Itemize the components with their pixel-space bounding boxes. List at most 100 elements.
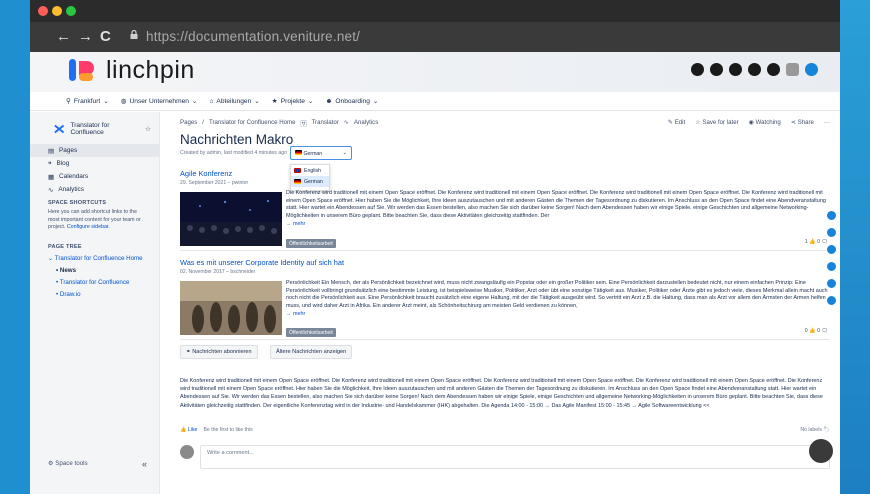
breadcrumb-home[interactable]: Translator for Confluence Home <box>209 119 295 128</box>
create-icon[interactable] <box>767 63 780 76</box>
post-title[interactable]: Agile Konferenz <box>180 169 232 178</box>
comment-input[interactable]: Write a comment... <box>200 445 830 469</box>
label-badge[interactable]: Öffentlichkeitsarbeit <box>286 328 336 337</box>
edit-icon[interactable] <box>826 295 837 306</box>
german-flag-icon <box>295 150 302 155</box>
language-select[interactable]: German ⌄ <box>290 146 352 160</box>
thumbs-up-icon[interactable]: 👍 <box>809 328 815 334</box>
avatar[interactable] <box>786 63 799 76</box>
tree-item-translator[interactable]: • Translator for Confluence <box>30 276 159 288</box>
url-field[interactable]: https://documentation.veniture.net/ <box>146 29 360 44</box>
maximize-window-button[interactable] <box>66 6 76 16</box>
comment-icon[interactable]: 🗨 <box>821 328 828 334</box>
menu-item-unser-unternehmen[interactable]: ◍ Unser Unternehmen ⌄ <box>121 97 198 106</box>
sidebar-item-analytics[interactable]: ∿ Analytics <box>30 183 159 196</box>
star-icon[interactable]: ☆ <box>145 125 151 133</box>
tag-icon[interactable]: 🏷 <box>823 427 830 433</box>
title-bar <box>30 0 840 22</box>
forward-icon[interactable]: → <box>78 28 93 45</box>
language-option-english[interactable]: English <box>291 165 329 176</box>
people-icon[interactable] <box>826 227 837 238</box>
minimize-window-button[interactable] <box>52 6 62 16</box>
share-button[interactable]: ⋖ Share <box>791 119 814 126</box>
watching-button[interactable]: ◉ Watching <box>749 119 781 126</box>
space-logo-icon <box>54 124 65 134</box>
conference-image <box>180 192 282 246</box>
notifications-icon[interactable] <box>748 63 761 76</box>
like-count: 1 <box>804 239 808 245</box>
chevron-down-icon: ⌄ <box>254 98 260 105</box>
breadcrumb-pages[interactable]: Pages <box>180 119 197 128</box>
chevron-down-icon: ⌄ <box>372 98 379 105</box>
share-label: Share <box>797 119 814 126</box>
subscribe-news-button[interactable]: ⚭ Nachrichten abonnieren <box>180 345 258 359</box>
comment-icon[interactable]: 🗨 <box>821 239 828 245</box>
favorites-icon[interactable] <box>826 210 837 221</box>
menu-item-abteilungen[interactable]: ⌂ Abteilungen ⌄ <box>209 97 260 106</box>
tree-item-label: Translator for Confluence Home <box>54 254 143 262</box>
edit-button[interactable]: ✎ Edit <box>668 119 685 126</box>
tree-item-label: Draw.io <box>59 290 81 298</box>
search-icon[interactable] <box>691 63 704 76</box>
menu-item-label: Abteilungen <box>216 97 252 105</box>
menu-item-frankfurt[interactable]: ⚲ Frankfurt ⌄ <box>66 97 109 106</box>
post-title[interactable]: Was es mit unserer Corporate Identity au… <box>180 258 344 267</box>
label-badge[interactable]: Öffentlichkeitsarbeit <box>286 239 336 248</box>
sidebar-item-pages[interactable]: ▤ Pages <box>30 144 159 157</box>
compass-icon[interactable] <box>710 63 723 76</box>
chat-icon[interactable] <box>809 439 833 463</box>
collapse-sidebar-icon[interactable]: « <box>142 459 147 469</box>
like-button[interactable]: 👍 Like <box>180 427 197 433</box>
tasks-icon[interactable] <box>826 261 837 272</box>
binoculars-icon: ⚭ <box>186 349 191 355</box>
post-stats: 1 👍 0 🗨 <box>805 239 828 245</box>
older-news-button[interactable]: Ältere Nachrichten anzeigen <box>270 345 353 359</box>
translator-icon: 🈂 <box>300 121 307 128</box>
star-icon: ★ <box>271 98 278 105</box>
breadcrumb-analytics[interactable]: Analytics <box>354 119 378 128</box>
add-icon[interactable] <box>805 63 818 76</box>
more-actions-button[interactable]: ··· <box>824 119 830 126</box>
space-name: Translator for Confluence <box>70 122 110 136</box>
save-later-button[interactable]: ☆ Save for later <box>695 119 738 126</box>
breadcrumb-translator[interactable]: Translator <box>312 119 339 128</box>
tree-item-root[interactable]: ⌄ Translator for Confluence Home <box>30 252 159 264</box>
sidebar-item-calendars[interactable]: ▦ Calendars <box>30 170 159 183</box>
uk-flag-icon <box>294 168 301 173</box>
read-more-link[interactable]: → mehr <box>286 311 305 317</box>
shortcuts-heading: SPACE SHORTCUTS <box>48 200 107 206</box>
language-option-german[interactable]: German <box>291 176 329 187</box>
menu-item-projekte[interactable]: ★ Projekte ⌄ <box>271 97 314 106</box>
shortcuts-description: Here you can add shortcut links to the m… <box>30 208 159 234</box>
language-dropdown: English German <box>290 164 330 191</box>
space-header[interactable]: Translator for Confluence ☆ <box>30 112 159 144</box>
tree-item-news[interactable]: • News <box>30 264 159 276</box>
thumbs-up-icon[interactable]: 👍 <box>809 239 815 245</box>
reload-icon[interactable]: C <box>100 28 111 45</box>
apps-icon[interactable] <box>826 244 837 255</box>
watching-label: Watching <box>755 119 781 126</box>
read-more-link[interactable]: → mehr <box>286 221 305 227</box>
menu-item-onboarding[interactable]: ☻ Onboarding ⌄ <box>325 97 379 106</box>
language-option-label: English <box>304 167 322 174</box>
page-tree-heading: PAGE TREE <box>48 244 82 251</box>
space-tools-button[interactable]: ⚙ Space tools <box>48 460 88 467</box>
post-excerpt: Persönlichkeit Ein Mensch, der als Persö… <box>286 280 830 319</box>
linchpin-logo[interactable]: linchpin <box>68 56 195 85</box>
analytics-icon: ∿ <box>343 119 349 126</box>
sidebar-item-label: Calendars <box>59 173 89 180</box>
address-bar: ← → C https://documentation.veniture.net… <box>30 22 840 52</box>
tree-item-drawio[interactable]: • Draw.io <box>30 288 159 300</box>
divider <box>180 339 830 340</box>
lock-icon <box>130 30 138 39</box>
info-icon[interactable] <box>826 278 837 289</box>
menu-item-label: Projekte <box>280 97 305 105</box>
help-icon[interactable] <box>729 63 742 76</box>
back-icon[interactable]: ← <box>56 28 71 45</box>
sidebar-item-label: Analytics <box>58 186 84 193</box>
configure-sidebar-link[interactable]: Configure sidebar. <box>67 224 110 230</box>
browser-window: ← → C https://documentation.veniture.net… <box>30 0 840 494</box>
post-date: 29. September 2021 – pwinter <box>180 180 249 186</box>
close-window-button[interactable] <box>38 6 48 16</box>
sidebar-item-blog[interactable]: ❝ Blog <box>30 157 159 170</box>
